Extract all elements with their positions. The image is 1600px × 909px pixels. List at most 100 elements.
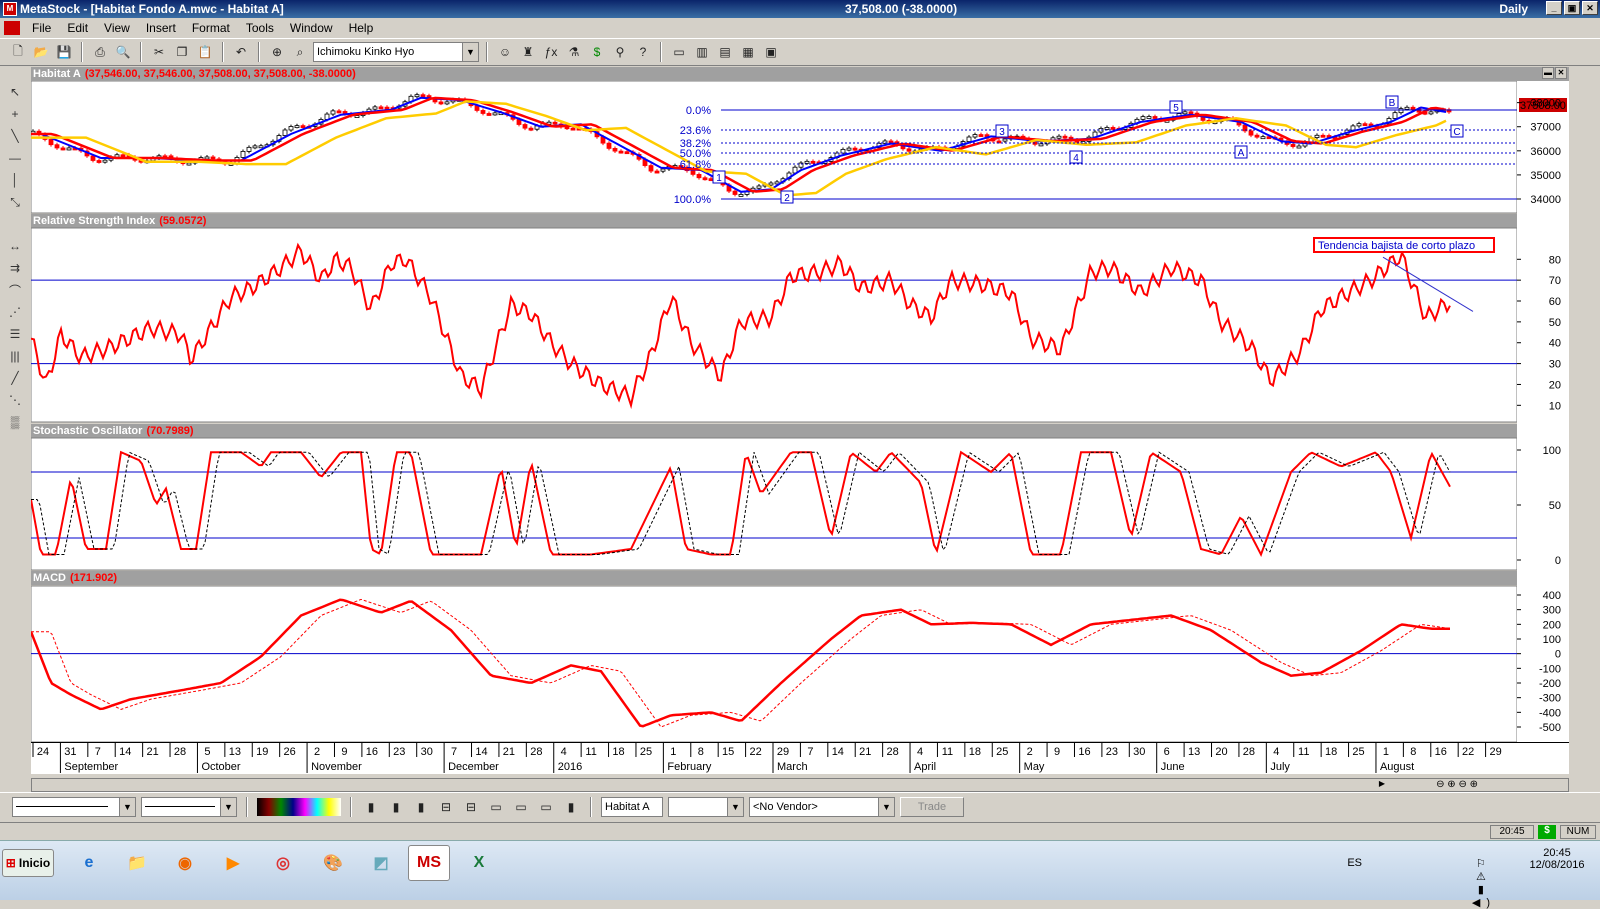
app-icon: M xyxy=(3,2,17,16)
zoom-icon[interactable]: ⌕ xyxy=(290,42,310,62)
binoculars-icon[interactable]: ⚲ xyxy=(610,42,630,62)
restore-icon[interactable]: ▣ xyxy=(1564,1,1580,15)
regression-icon[interactable]: ╱ xyxy=(2,368,28,388)
cut-icon[interactable]: ✂ xyxy=(149,42,169,62)
arc-icon[interactable]: ⌒ xyxy=(2,280,28,300)
help-pointer-icon[interactable]: ? xyxy=(633,42,653,62)
tile-grid-icon[interactable]: ▦ xyxy=(738,42,758,62)
print-icon[interactable]: ⎙ xyxy=(90,42,110,62)
close-icon[interactable]: ✕ xyxy=(1582,1,1598,15)
main-toolbar: 🗋 📂 💾 ⎙ 🔍 ✂ ❐ 📋 ↶ ⊕ ⌕ Ichimoku Kinko Hyo… xyxy=(0,38,1600,66)
formula-icon[interactable]: ƒx xyxy=(541,42,561,62)
hline-icon[interactable]: — xyxy=(2,148,28,168)
chart-style-icon[interactable]: ▮ xyxy=(386,797,406,817)
color-palette[interactable] xyxy=(257,797,341,816)
gann-icon[interactable]: ⋱ xyxy=(2,390,28,410)
chart-style-icon[interactable]: ▭ xyxy=(511,797,531,817)
menu-insert[interactable]: Insert xyxy=(138,21,184,35)
chart-style-icon[interactable]: ⊟ xyxy=(436,797,456,817)
crosshair-icon[interactable]: ⊕ xyxy=(267,42,287,62)
fan-icon[interactable]: ⋰ xyxy=(2,302,28,322)
chrome-icon[interactable]: ◎ xyxy=(262,845,304,881)
explorer-icon[interactable]: ♜ xyxy=(518,42,538,62)
dollar-icon[interactable]: $ xyxy=(587,42,607,62)
doc-icon[interactable] xyxy=(4,21,20,35)
clock[interactable]: 20:45 12/08/2016 xyxy=(1522,847,1592,871)
security-field[interactable]: Habitat A xyxy=(601,796,663,817)
print-preview-icon[interactable]: 🔍 xyxy=(113,42,133,62)
menu-edit[interactable]: Edit xyxy=(59,21,96,35)
ie-icon[interactable]: e xyxy=(68,845,110,881)
text-tool-icon[interactable]: ⤡ xyxy=(2,192,28,212)
wave-label: 2 xyxy=(784,193,790,204)
tray-icons[interactable]: ⚐ ⚠ ▮ ◀) xyxy=(1472,857,1496,909)
tile-horizontal-icon[interactable]: ▤ xyxy=(715,42,735,62)
menu-tools[interactable]: Tools xyxy=(238,21,282,35)
minimize-icon[interactable]: _ xyxy=(1546,1,1562,15)
chart-style-icon[interactable]: ⊟ xyxy=(461,797,481,817)
chart-style-icon[interactable]: ▭ xyxy=(536,797,556,817)
macd-axis-label: 100 xyxy=(1543,634,1561,646)
undo-icon[interactable]: ↶ xyxy=(231,42,251,62)
vendor-select[interactable]: <No Vendor> ▼ xyxy=(749,796,895,817)
zoom-buttons[interactable]: ⊖ ⊕ ⊖ ⊕ xyxy=(1436,779,1478,790)
price-pane-header[interactable]: Habitat A (37,546.00, 37,546.00, 37,508.… xyxy=(31,67,1569,81)
paste-icon[interactable]: 📋 xyxy=(195,42,215,62)
trade-button[interactable]: Trade xyxy=(900,796,964,817)
price-candle xyxy=(522,124,528,129)
menu-window[interactable]: Window xyxy=(282,21,341,35)
wave-label: 1 xyxy=(716,173,722,184)
new-icon[interactable]: 🗋 xyxy=(8,42,28,62)
app-icon[interactable]: ◩ xyxy=(360,845,402,881)
expert-icon[interactable]: ☺ xyxy=(495,42,515,62)
explorer-folder-icon[interactable]: 📁 xyxy=(116,845,158,881)
price-candle xyxy=(624,151,630,155)
copy-icon[interactable]: ❐ xyxy=(172,42,192,62)
pane-close-icon[interactable]: ✕ xyxy=(1555,67,1567,79)
price-candle xyxy=(54,144,60,149)
date-label: 4 xyxy=(917,746,923,758)
trendline-icon[interactable]: ╲ xyxy=(2,126,28,146)
date-label: 20 xyxy=(1215,746,1227,758)
system-tester-icon[interactable]: ⚗ xyxy=(564,42,584,62)
chart-area[interactable]: 0.0%23.6%38.2%50.0%61.8%100.0%12345ABC37… xyxy=(31,81,1569,742)
indicator-select[interactable]: Ichimoku Kinko Hyo ▼ xyxy=(313,42,479,62)
media-player-icon[interactable]: ▶ xyxy=(212,845,254,881)
vendor-blank-select[interactable]: ▼ xyxy=(668,796,744,817)
price-candle xyxy=(330,110,336,115)
excel-icon[interactable]: X xyxy=(458,845,500,881)
menu-help[interactable]: Help xyxy=(341,21,382,35)
save-icon[interactable]: 💾 xyxy=(54,42,74,62)
timezone-icon[interactable]: ||| xyxy=(2,346,28,366)
horizontal-scrollbar[interactable]: ▶ ⊖ ⊕ ⊖ ⊕ xyxy=(31,778,1569,792)
window-cascade-icon[interactable]: ▭ xyxy=(669,42,689,62)
start-button[interactable]: ⊞ Inicio xyxy=(2,849,54,877)
date-axis: 24 31 7 14 21 28 5 13 19 26 2 9 16 23 30 7 14 21 28 4 11 18 25… xyxy=(31,742,1569,774)
menu-view[interactable]: View xyxy=(96,21,138,35)
language-indicator[interactable]: ES xyxy=(1347,857,1362,869)
open-icon[interactable]: 📂 xyxy=(31,42,51,62)
menu-format[interactable]: Format xyxy=(184,21,238,35)
vline-icon[interactable]: │ xyxy=(2,170,28,190)
line-style-select[interactable]: ▼ xyxy=(12,796,136,817)
chart-style-icon[interactable]: ▭ xyxy=(486,797,506,817)
fib-icon[interactable]: ☰ xyxy=(2,324,28,344)
line-weight-select[interactable]: ▼ xyxy=(141,796,237,817)
channel-icon[interactable]: ⇉ xyxy=(2,258,28,278)
firefox-icon[interactable]: ◉ xyxy=(164,845,206,881)
grid-icon[interactable]: ▒ xyxy=(2,412,28,432)
menu-file[interactable]: File xyxy=(24,21,59,35)
chart-style-icon[interactable]: ▮ xyxy=(411,797,431,817)
chart-style-icon[interactable]: ▮ xyxy=(361,797,381,817)
cycle-icon[interactable]: ↔ xyxy=(2,236,28,256)
metastock-taskbar-icon[interactable]: MS xyxy=(408,845,450,881)
paint-icon[interactable]: 🎨 xyxy=(312,845,354,881)
price-candle xyxy=(1188,111,1194,115)
pane-min-icon[interactable]: ▬ xyxy=(1542,67,1554,79)
arrange-icon[interactable]: ▣ xyxy=(761,42,781,62)
cross-icon[interactable]: + xyxy=(2,104,28,124)
tile-vertical-icon[interactable]: ▥ xyxy=(692,42,712,62)
scroll-right-icon[interactable]: ▶ xyxy=(1376,779,1388,791)
pointer-icon[interactable]: ↖ xyxy=(2,82,28,102)
chart-style-icon[interactable]: ▮ xyxy=(561,797,581,817)
